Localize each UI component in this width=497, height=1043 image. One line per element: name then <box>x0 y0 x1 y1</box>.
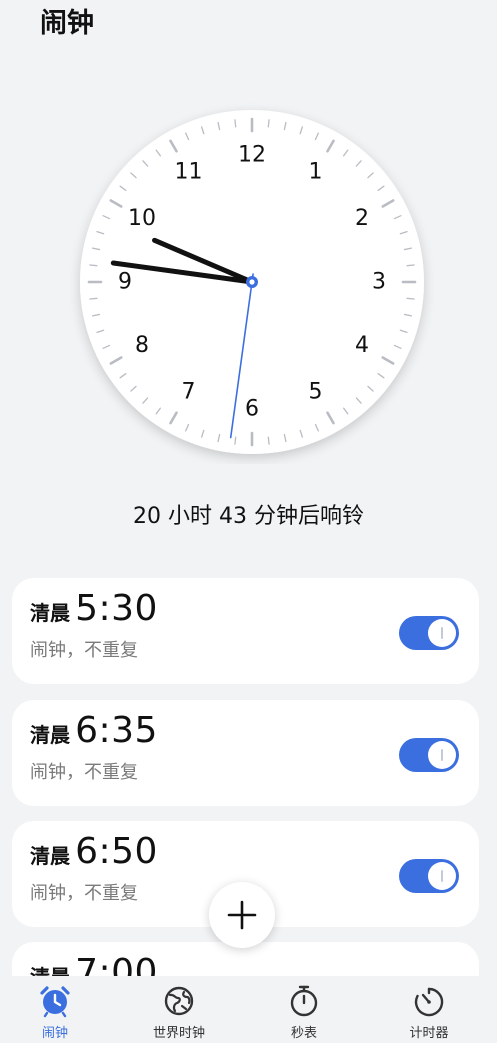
alarm-period: 清晨 <box>30 723 70 747</box>
toggle-knob <box>428 619 456 647</box>
clock-number: 4 <box>355 333 369 358</box>
clock-number: 7 <box>182 379 196 404</box>
alarm-card[interactable]: 清晨 5:30 闹钟，不重复 <box>12 578 479 684</box>
clock-number: 2 <box>355 206 369 231</box>
toggle-knob <box>428 862 456 890</box>
analog-clock-face: 121234567891011 <box>80 110 424 454</box>
minor-tick <box>89 264 98 267</box>
stopwatch-icon <box>290 985 318 1017</box>
alarm-toggle[interactable] <box>399 738 459 772</box>
analog-clock: 12 1 2 3 4 5 6 7 8 9 10 11 <box>70 100 434 464</box>
alarm-period: 清晨 <box>30 965 70 976</box>
minor-tick <box>406 297 415 300</box>
clock-number: 3 <box>372 270 386 295</box>
bottom-tab-bar: 闹钟 世界时钟 秒表 计时器 <box>0 976 497 1043</box>
alarm-toggle[interactable] <box>399 616 459 650</box>
minor-tick <box>89 297 98 300</box>
clock-number: 10 <box>128 206 156 231</box>
alarm-card[interactable]: 清晨 6:35 闹钟，不重复 <box>12 700 479 806</box>
alarm-main: 清晨 7:00 <box>30 952 158 976</box>
alarm-toggle[interactable] <box>399 859 459 893</box>
alarm-repeat-label: 闹钟，不重复 <box>30 883 138 904</box>
alarm-repeat-label: 闹钟，不重复 <box>30 640 138 661</box>
alarm-time: 6:50 <box>75 831 158 872</box>
tab-world-clock[interactable]: 世界时钟 <box>124 984 234 1041</box>
tab-alarm[interactable]: 闹钟 <box>0 984 110 1041</box>
clock-number: 12 <box>238 143 266 168</box>
minor-tick <box>267 436 270 445</box>
alarm-repeat-label: 闹钟，不重复 <box>30 762 138 783</box>
page-title: 闹钟 <box>40 8 94 39</box>
minor-tick <box>234 119 237 128</box>
clock-number: 6 <box>245 397 259 422</box>
timer-icon <box>414 987 444 1017</box>
clock-number: 9 <box>118 270 132 295</box>
next-alarm-countdown: 20 小时 43 分钟后响铃 <box>133 504 364 529</box>
alarm-period: 清晨 <box>30 601 70 625</box>
alarm-main: 清晨 5:30 <box>30 588 158 629</box>
tab-label: 计时器 <box>409 1026 449 1041</box>
minor-tick <box>406 264 415 267</box>
minor-tick <box>234 436 237 445</box>
plus-icon <box>227 900 257 930</box>
alarm-time: 6:35 <box>75 710 158 751</box>
alarm-main: 清晨 6:50 <box>30 831 158 872</box>
clock-number: 1 <box>309 160 323 185</box>
clock-number: 5 <box>309 379 323 404</box>
add-alarm-button[interactable] <box>209 882 275 948</box>
toggle-knob <box>428 741 456 769</box>
clock-center-dot <box>249 279 255 285</box>
alarm-clock-icon <box>40 986 70 1018</box>
alarm-period: 清晨 <box>30 844 70 868</box>
minor-tick <box>267 119 270 128</box>
alarm-time: 5:30 <box>75 588 158 629</box>
clock-number: 8 <box>135 333 149 358</box>
globe-icon <box>164 986 194 1016</box>
alarm-main: 清晨 6:35 <box>30 710 158 751</box>
tab-label: 闹钟 <box>41 1026 68 1041</box>
tab-label: 世界时钟 <box>152 1026 205 1041</box>
tab-stopwatch[interactable]: 秒表 <box>249 984 359 1041</box>
alarm-time: 7:00 <box>75 952 158 976</box>
clock-number: 11 <box>175 160 203 185</box>
tab-timer[interactable]: 计时器 <box>374 984 484 1041</box>
tab-label: 秒表 <box>290 1026 317 1041</box>
